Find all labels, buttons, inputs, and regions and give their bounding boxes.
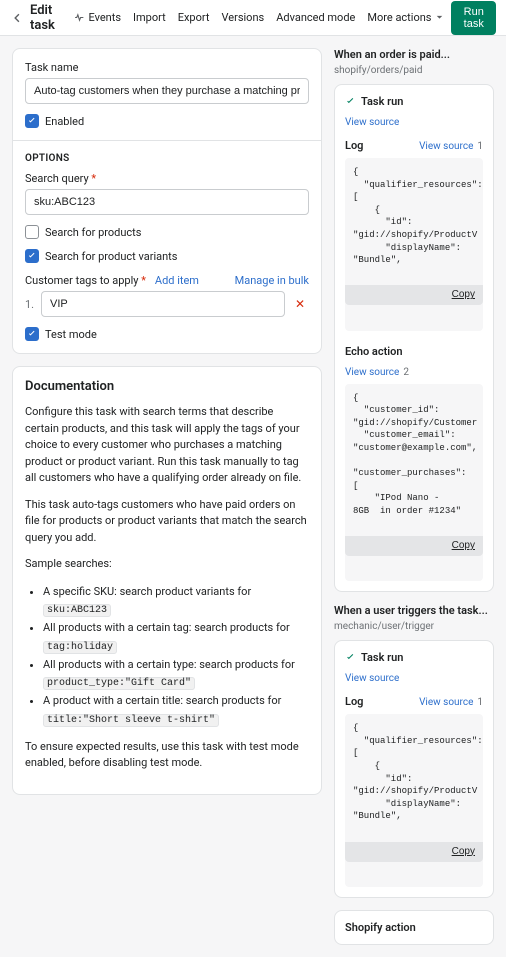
view-source-link[interactable]: View source	[345, 117, 399, 128]
search-products-label: Search for products	[45, 226, 141, 239]
doc-li3: All products with a certain type: search…	[43, 656, 309, 693]
task-name-input[interactable]	[25, 78, 309, 104]
nav-versions[interactable]: Versions	[221, 11, 264, 24]
enabled-label: Enabled	[45, 115, 84, 128]
nav-export[interactable]: Export	[178, 11, 210, 24]
nav: Events Import Export Versions Advanced m…	[74, 11, 445, 24]
tag-input[interactable]	[41, 291, 285, 317]
copy-button-2[interactable]: Copy	[345, 536, 483, 556]
event2-topic: mechanic/user/trigger	[334, 621, 494, 632]
task-form-card: Task name Enabled OPTIONS Search query S…	[12, 48, 322, 354]
nav-more-actions[interactable]: More actions	[367, 11, 445, 24]
nav-import[interactable]: Import	[133, 11, 166, 24]
enabled-checkbox[interactable]	[25, 114, 39, 128]
documentation-card: Documentation Configure this task with s…	[12, 366, 322, 795]
event2-card: Task run View source Log View source1 { …	[334, 640, 494, 898]
log-label: Log	[345, 139, 363, 152]
event1-heading: When an order is paid...	[334, 48, 494, 61]
copy-button[interactable]: Copy	[345, 285, 483, 305]
chevron-down-icon	[434, 12, 445, 23]
task-run-label-2: Task run	[361, 651, 403, 664]
search-query-label: Search query	[25, 172, 309, 185]
search-variants-label: Search for product variants	[45, 250, 177, 263]
echo-heading: Echo action	[345, 345, 483, 358]
add-item-link[interactable]: Add item	[155, 274, 199, 287]
nav-advanced[interactable]: Advanced mode	[276, 11, 355, 24]
run-task-button[interactable]: Run task	[451, 1, 496, 35]
log-view-source[interactable]: View source	[419, 141, 473, 152]
copy-button-3[interactable]: Copy	[345, 842, 483, 862]
doc-p2: This task auto-tags customers who have p…	[25, 497, 309, 547]
task-run-label: Task run	[361, 95, 403, 108]
shopify-action-card: Shopify action	[334, 910, 494, 945]
echo-code: { "customer_id": "gid://shopify/Customer…	[345, 384, 483, 582]
tag-index: 1.	[25, 298, 35, 311]
top-bar: Edit task Events Import Export Versions …	[0, 0, 506, 36]
doc-li2: All products with a certain tag: search …	[43, 619, 309, 656]
log-code-2: { "qualifier_resources": [ { "id": "gid:…	[345, 714, 483, 887]
view-source-link-2[interactable]: View source	[345, 673, 399, 684]
task-name-label: Task name	[25, 61, 309, 74]
event2-heading: When a user triggers the task...	[334, 604, 494, 617]
page-title: Edit task	[30, 3, 58, 33]
options-heading: OPTIONS	[25, 153, 309, 164]
pulse-icon	[74, 12, 85, 23]
remove-tag-button[interactable]: ✕	[291, 297, 309, 311]
log-view-source-2[interactable]: View source	[419, 697, 473, 708]
test-mode-label: Test mode	[45, 328, 97, 341]
doc-heading: Documentation	[25, 379, 309, 394]
search-products-checkbox[interactable]	[25, 225, 39, 239]
doc-li1: A specific SKU: search product variants …	[43, 583, 309, 620]
event1-topic: shopify/orders/paid	[334, 65, 494, 76]
back-button[interactable]	[10, 8, 24, 28]
tag-row: 1. ✕	[25, 291, 309, 317]
tags-label: Customer tags to apply	[25, 274, 146, 287]
log-label-2: Log	[345, 695, 363, 708]
nav-events[interactable]: Events	[74, 11, 121, 24]
doc-p4: To ensure expected results, use this tas…	[25, 739, 309, 772]
search-variants-checkbox[interactable]	[25, 249, 39, 263]
doc-p1: Configure this task with search terms th…	[25, 404, 309, 487]
echo-view-source[interactable]: View source	[345, 367, 399, 378]
check-icon	[345, 96, 356, 107]
check-icon	[345, 652, 356, 663]
doc-p3: Sample searches:	[25, 556, 309, 573]
log-code-1: { "qualifier_resources": [ { "id": "gid:…	[345, 158, 483, 331]
manage-bulk-link[interactable]: Manage in bulk	[235, 274, 309, 287]
test-mode-checkbox[interactable]	[25, 327, 39, 341]
search-query-input[interactable]	[25, 189, 309, 215]
doc-li4: A product with a certain title: search p…	[43, 692, 309, 729]
event1-card: Task run View source Log View source1 { …	[334, 84, 494, 592]
